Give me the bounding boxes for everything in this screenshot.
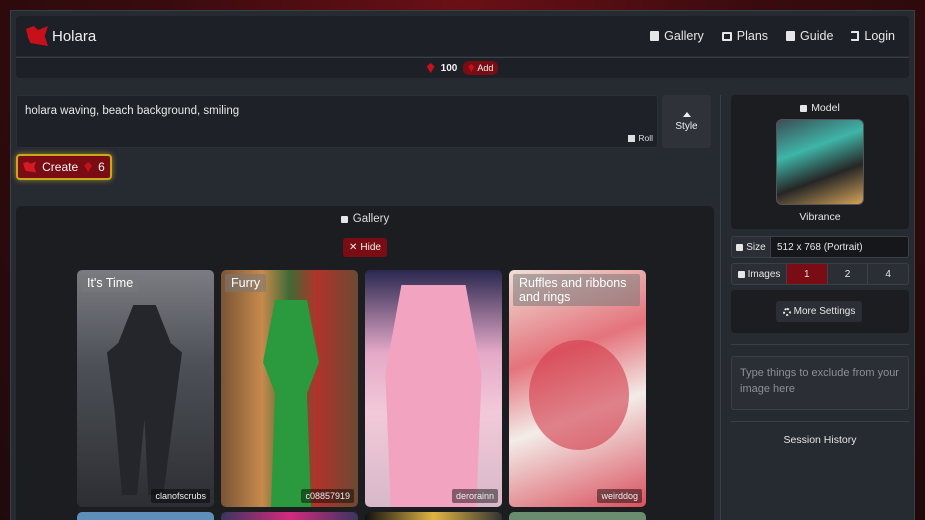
holara-logo-icon	[23, 161, 37, 173]
size-label: Size	[731, 236, 771, 258]
settings-panel: More Settings	[731, 290, 909, 333]
card-image	[263, 300, 319, 507]
gem-icon	[468, 64, 475, 72]
gallery-card[interactable]: Ruffles and ribbons and rings weirddog	[509, 270, 646, 507]
grid-icon	[737, 270, 745, 278]
images-icon	[721, 31, 732, 41]
images-label-text: Images	[747, 268, 781, 280]
gem-icon	[84, 162, 93, 172]
model-name: Vibrance	[799, 211, 841, 223]
holara-logo-icon	[26, 26, 48, 46]
card-title: Ruffles and ribbons and rings	[513, 274, 640, 306]
create-label: Create	[42, 160, 79, 174]
images-selector: Images 1 2 4	[731, 263, 910, 285]
login-icon	[851, 31, 860, 41]
gems-count: 100	[440, 62, 458, 74]
gems-bar: 100 Add	[16, 57, 909, 78]
size-label-text: Size	[746, 241, 766, 253]
nav-links: Gallery Plans Guide Login	[650, 29, 895, 43]
nav-gallery-link[interactable]: Gallery	[650, 29, 704, 43]
model-thumbnail[interactable]	[776, 119, 864, 205]
roll-label: Roll	[638, 133, 653, 143]
gallery-card[interactable]	[365, 512, 502, 520]
more-settings-button[interactable]: More Settings	[776, 301, 862, 322]
brand[interactable]: Holara	[26, 26, 96, 46]
card-image	[529, 340, 629, 450]
caret-up-icon	[682, 111, 691, 117]
card-username[interactable]: c08857919	[301, 489, 354, 503]
style-button[interactable]: Style	[662, 95, 711, 148]
nav-plans-label: Plans	[736, 29, 769, 43]
nav-gallery-label: Gallery	[664, 29, 704, 43]
book-icon	[650, 31, 660, 41]
nav-guide-link[interactable]: Guide	[786, 29, 833, 43]
card-title: Furry	[225, 274, 267, 292]
navbar: Holara Gallery Plans Guide Login	[16, 16, 909, 56]
nav-login-link[interactable]: Login	[851, 29, 895, 43]
add-gems-button[interactable]: Add	[463, 61, 499, 75]
size-select[interactable]: 512 x 768 (Portrait)	[771, 236, 909, 258]
hide-gallery-button[interactable]: ✕ Hide	[343, 238, 387, 257]
gallery-card[interactable]	[221, 512, 358, 520]
gallery-card[interactable]	[77, 512, 214, 520]
divider	[731, 344, 909, 345]
card-username[interactable]: clanofscrubs	[151, 489, 210, 503]
nav-login-label: Login	[864, 29, 895, 43]
roll-button[interactable]: Roll	[628, 133, 653, 143]
dice-icon	[628, 134, 636, 142]
prompt-text: holara waving, beach background, smiling	[25, 105, 240, 117]
gem-icon	[426, 63, 435, 73]
create-cost: 6	[98, 160, 105, 174]
model-label-text: Model	[811, 102, 840, 114]
close-icon: ✕	[349, 242, 358, 253]
gallery-card[interactable]: Furry c08857919	[221, 270, 358, 507]
card-username[interactable]: weirddog	[597, 489, 642, 503]
gallery-card[interactable]: It's Time clanofscrubs	[77, 270, 214, 507]
gallery-title: Gallery	[16, 213, 714, 225]
session-history-label[interactable]: Session History	[731, 434, 909, 446]
card-username[interactable]: derorainn	[451, 489, 498, 503]
negative-prompt-input[interactable]: Type things to exclude from your image h…	[731, 356, 909, 410]
card-title: It's Time	[81, 274, 140, 292]
images-option-4[interactable]: 4	[868, 263, 910, 285]
sidebar-divider	[720, 95, 721, 520]
add-gems-label: Add	[477, 63, 494, 73]
gallery-card[interactable]: derorainn	[365, 270, 502, 507]
image-icon	[800, 104, 808, 112]
card-image	[107, 305, 182, 495]
gear-icon	[782, 307, 791, 316]
model-label: Model	[731, 102, 909, 114]
style-label: Style	[675, 120, 698, 132]
book-icon	[340, 215, 348, 223]
model-panel: Model Vibrance	[731, 95, 909, 229]
images-label: Images	[731, 263, 787, 285]
gallery-title-text: Gallery	[352, 213, 390, 225]
create-button[interactable]: Create 6	[16, 154, 112, 180]
divider	[731, 421, 909, 422]
nav-plans-link[interactable]: Plans	[721, 29, 769, 43]
brand-name: Holara	[52, 27, 97, 45]
hide-label: Hide	[360, 242, 381, 253]
document-icon	[786, 31, 796, 41]
card-image	[385, 285, 482, 507]
gallery-panel: Gallery ✕ Hide It's Time clanofscrubs Fu…	[16, 206, 714, 520]
size-selector: Size 512 x 768 (Portrait)	[731, 236, 909, 258]
images-option-2[interactable]: 2	[827, 263, 869, 285]
nav-guide-label: Guide	[800, 29, 834, 43]
gallery-card[interactable]	[509, 512, 646, 520]
prompt-input[interactable]: holara waving, beach background, smiling…	[16, 95, 658, 148]
more-settings-label: More Settings	[793, 306, 856, 317]
images-option-1[interactable]: 1	[787, 263, 828, 285]
resize-icon	[736, 243, 744, 251]
